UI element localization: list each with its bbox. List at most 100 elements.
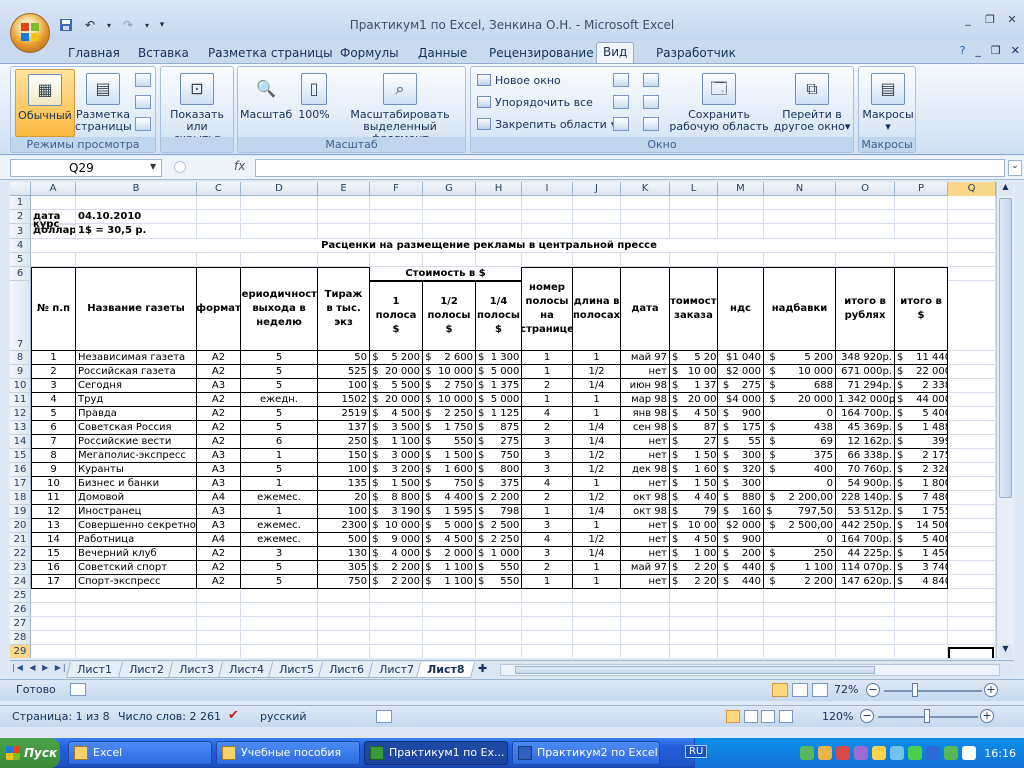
cell[interactable]: $ 1 100 — [370, 435, 423, 449]
empty-cell[interactable] — [318, 224, 370, 239]
tab-insert[interactable]: Вставка — [132, 44, 195, 64]
cell[interactable]: $ 1 488 — [895, 421, 948, 435]
empty-cell[interactable] — [476, 196, 522, 210]
cell[interactable]: ежедн. — [241, 393, 318, 407]
empty-cell[interactable] — [670, 645, 718, 658]
cell[interactable]: 6 — [31, 421, 76, 435]
empty-cell[interactable] — [476, 210, 522, 224]
cell[interactable]: 1 — [522, 575, 573, 589]
cell[interactable]: 3 — [31, 379, 76, 393]
empty-cell[interactable] — [895, 253, 948, 267]
zoom-out-icon[interactable]: − — [866, 683, 880, 697]
task-textbooks[interactable]: Учебные пособия — [216, 741, 360, 765]
cell[interactable]: 4 — [31, 393, 76, 407]
cell[interactable]: 7 — [31, 435, 76, 449]
cell[interactable]: 3 — [522, 435, 573, 449]
empty-cell[interactable] — [764, 645, 836, 658]
cell[interactable]: Спорт-экспресс — [76, 575, 197, 589]
column-header[interactable]: K — [621, 182, 670, 196]
cell[interactable]: 53 512р. — [836, 505, 895, 519]
empty-cell[interactable] — [31, 617, 76, 631]
cell[interactable]: июн 98 — [621, 379, 670, 393]
cell[interactable]: $ 4 500 — [423, 533, 476, 547]
spelling-icon[interactable]: ✔ — [228, 708, 239, 723]
cell[interactable]: 4 — [522, 407, 573, 421]
cell[interactable]: $ 750 — [423, 477, 476, 491]
cell[interactable]: 16 — [31, 561, 76, 575]
empty-cell[interactable] — [948, 533, 996, 547]
empty-cell[interactable] — [621, 210, 670, 224]
empty-cell[interactable] — [670, 631, 718, 645]
cell[interactable]: $ 375 — [764, 449, 836, 463]
cell[interactable]: $4 000 — [718, 393, 764, 407]
empty-cell[interactable] — [476, 645, 522, 658]
language[interactable]: русский — [260, 710, 307, 723]
empty-cell[interactable] — [836, 589, 895, 603]
cell[interactable]: $ 4 500 — [670, 407, 718, 421]
cell[interactable]: Расценки на размещение рекламы в централ… — [31, 239, 948, 253]
cell[interactable]: Тираж в тыс. экз — [318, 267, 370, 351]
cell[interactable]: 2 — [522, 379, 573, 393]
cell[interactable]: 5 — [241, 407, 318, 421]
cell[interactable]: 1 — [522, 505, 573, 519]
doc-restore-button[interactable]: ❐ — [991, 44, 1001, 57]
cell[interactable]: 1 — [241, 505, 318, 519]
custom-views-icon[interactable] — [135, 95, 151, 109]
cell[interactable]: ежемес. — [241, 533, 318, 547]
cell[interactable]: $ 4 400 — [670, 491, 718, 505]
word-count[interactable]: Число слов: 2 261 — [118, 710, 221, 723]
empty-cell[interactable] — [241, 196, 318, 210]
cell[interactable]: $ 750 — [476, 449, 522, 463]
cell[interactable]: $ 2 200 — [670, 561, 718, 575]
cell[interactable]: 1 полоса $ — [370, 281, 423, 351]
cell[interactable]: 2 — [31, 365, 76, 379]
empty-cell[interactable] — [241, 224, 318, 239]
horizontal-scrollbar[interactable] — [500, 664, 1000, 676]
cell[interactable]: 5 — [241, 421, 318, 435]
column-header[interactable]: M — [718, 182, 764, 196]
cell[interactable]: итого в $ — [895, 267, 948, 351]
empty-cell[interactable] — [621, 603, 670, 617]
page-layout-view-icon[interactable] — [792, 683, 808, 697]
active-cell-q29[interactable] — [948, 647, 994, 658]
cell[interactable]: 1/2 — [573, 365, 621, 379]
cell[interactable]: 1/4 — [573, 421, 621, 435]
cell[interactable]: $ 900 — [718, 533, 764, 547]
empty-cell[interactable] — [948, 379, 996, 393]
empty-cell[interactable] — [573, 631, 621, 645]
empty-cell[interactable] — [948, 491, 996, 505]
cell[interactable]: 130 — [318, 547, 370, 561]
empty-cell[interactable] — [621, 224, 670, 239]
cell[interactable]: дата — [621, 267, 670, 351]
cell[interactable]: $ 1 800 — [895, 477, 948, 491]
cell[interactable]: 1/2 — [573, 463, 621, 477]
cell[interactable]: надбавки — [764, 267, 836, 351]
cell[interactable]: 1/4 полосы $ — [476, 281, 522, 351]
cell[interactable]: $ 2 175 — [895, 449, 948, 463]
empty-cell[interactable] — [241, 589, 318, 603]
cell[interactable]: 150 — [318, 449, 370, 463]
cell[interactable]: 2300 — [318, 519, 370, 533]
cell[interactable]: 71 294р. — [836, 379, 895, 393]
empty-cell[interactable] — [836, 645, 895, 658]
empty-cell[interactable] — [764, 603, 836, 617]
empty-cell[interactable] — [241, 253, 318, 267]
cell[interactable]: нет — [621, 547, 670, 561]
cell[interactable]: нет — [621, 519, 670, 533]
empty-cell[interactable] — [423, 196, 476, 210]
save-workspace-button[interactable]: 🗔 Сохранить рабочую область — [669, 73, 769, 133]
cell[interactable]: 164 700р. — [836, 407, 895, 421]
reset-position-icon[interactable] — [643, 117, 659, 131]
cell[interactable]: 1/4 — [573, 435, 621, 449]
cell[interactable]: ежемес. — [241, 491, 318, 505]
cell[interactable]: Работница — [76, 533, 197, 547]
empty-cell[interactable] — [423, 210, 476, 224]
cell[interactable]: Бизнес и банки — [76, 477, 197, 491]
cell[interactable]: $ 200 — [718, 547, 764, 561]
empty-cell[interactable] — [76, 617, 197, 631]
tray-icon-1[interactable] — [800, 746, 815, 760]
cell[interactable]: $ 797,50 — [764, 505, 836, 519]
scroll-down-icon[interactable]: ▼ — [998, 644, 1013, 658]
cell[interactable]: длина в полосах — [573, 267, 621, 351]
cell[interactable]: $ 1 500 — [423, 449, 476, 463]
